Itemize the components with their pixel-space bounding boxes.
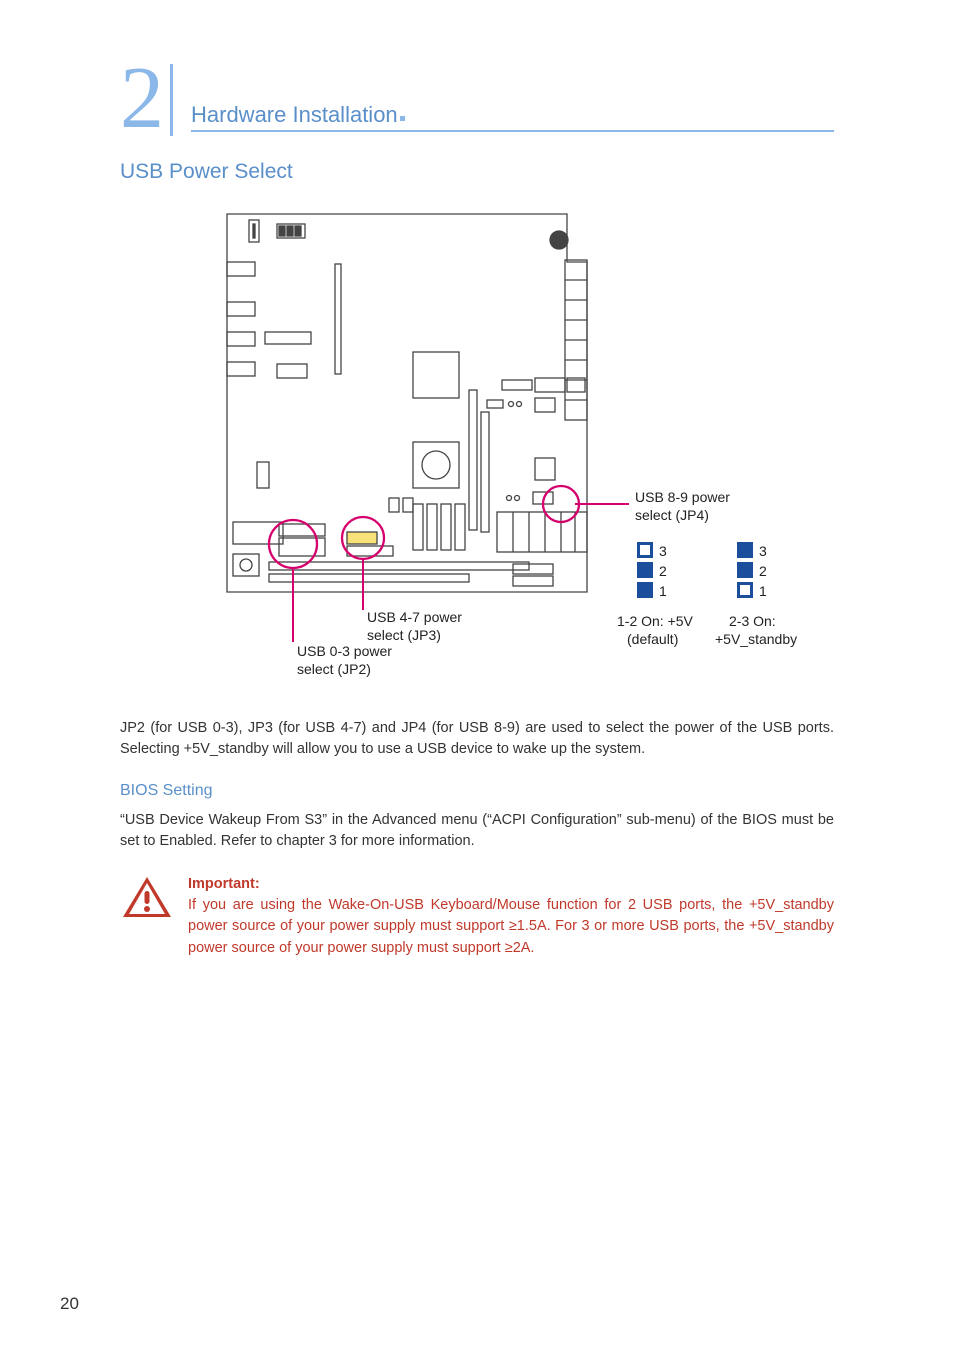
svg-text:1: 1 [759, 583, 767, 599]
svg-text:(default): (default) [627, 631, 678, 647]
svg-text:1: 1 [659, 583, 667, 599]
callout-usb47-l2: select (JP3) [367, 627, 441, 643]
callout-usb89-l1: USB 8-9 power [635, 489, 730, 505]
bios-heading: BIOS Setting [120, 782, 834, 800]
chapter-number: 2 [120, 64, 173, 136]
chapter-title-text: Hardware Installation [191, 102, 398, 127]
svg-text:2: 2 [759, 563, 767, 579]
callout-usb03-l1: USB 0-3 power [297, 643, 392, 659]
callout-usb89-l2: select (JP4) [635, 507, 709, 523]
callout-usb03-l2: select (JP2) [297, 661, 371, 677]
chapter-title: Hardware Installation [191, 102, 834, 132]
page-number: 20 [60, 1294, 79, 1314]
bios-paragraph: “USB Device Wakeup From S3” in the Advan… [120, 810, 834, 852]
body-paragraph: JP2 (for USB 0-3), JP3 (for USB 4-7) and… [120, 718, 834, 760]
jumper-diagram-left: 3 2 1 1-2 On: +5V (default) [617, 542, 694, 647]
svg-text:1-2 On: +5V: 1-2 On: +5V [617, 613, 694, 629]
svg-text:2: 2 [659, 563, 667, 579]
important-label: Important: [188, 876, 260, 892]
important-note: Important: If you are using the Wake-On-… [120, 874, 834, 958]
chapter-header: 2 Hardware Installation [120, 60, 834, 132]
important-text: If you are using the Wake-On-USB Keyboar… [188, 897, 834, 955]
svg-text:3: 3 [759, 543, 767, 559]
warning-icon [120, 874, 174, 958]
svg-text:3: 3 [659, 543, 667, 559]
callout-usb47-l1: USB 4-7 power [367, 609, 462, 625]
section-title: USB Power Select [120, 160, 834, 184]
svg-text:2-3 On:: 2-3 On: [729, 613, 776, 629]
svg-text:+5V_standby: +5V_standby [715, 631, 797, 647]
motherboard-diagram: USB 8-9 power select (JP4) USB 4-7 power… [120, 202, 834, 682]
jumper-diagram-right: 3 2 1 2-3 On: +5V_standby [715, 542, 797, 647]
